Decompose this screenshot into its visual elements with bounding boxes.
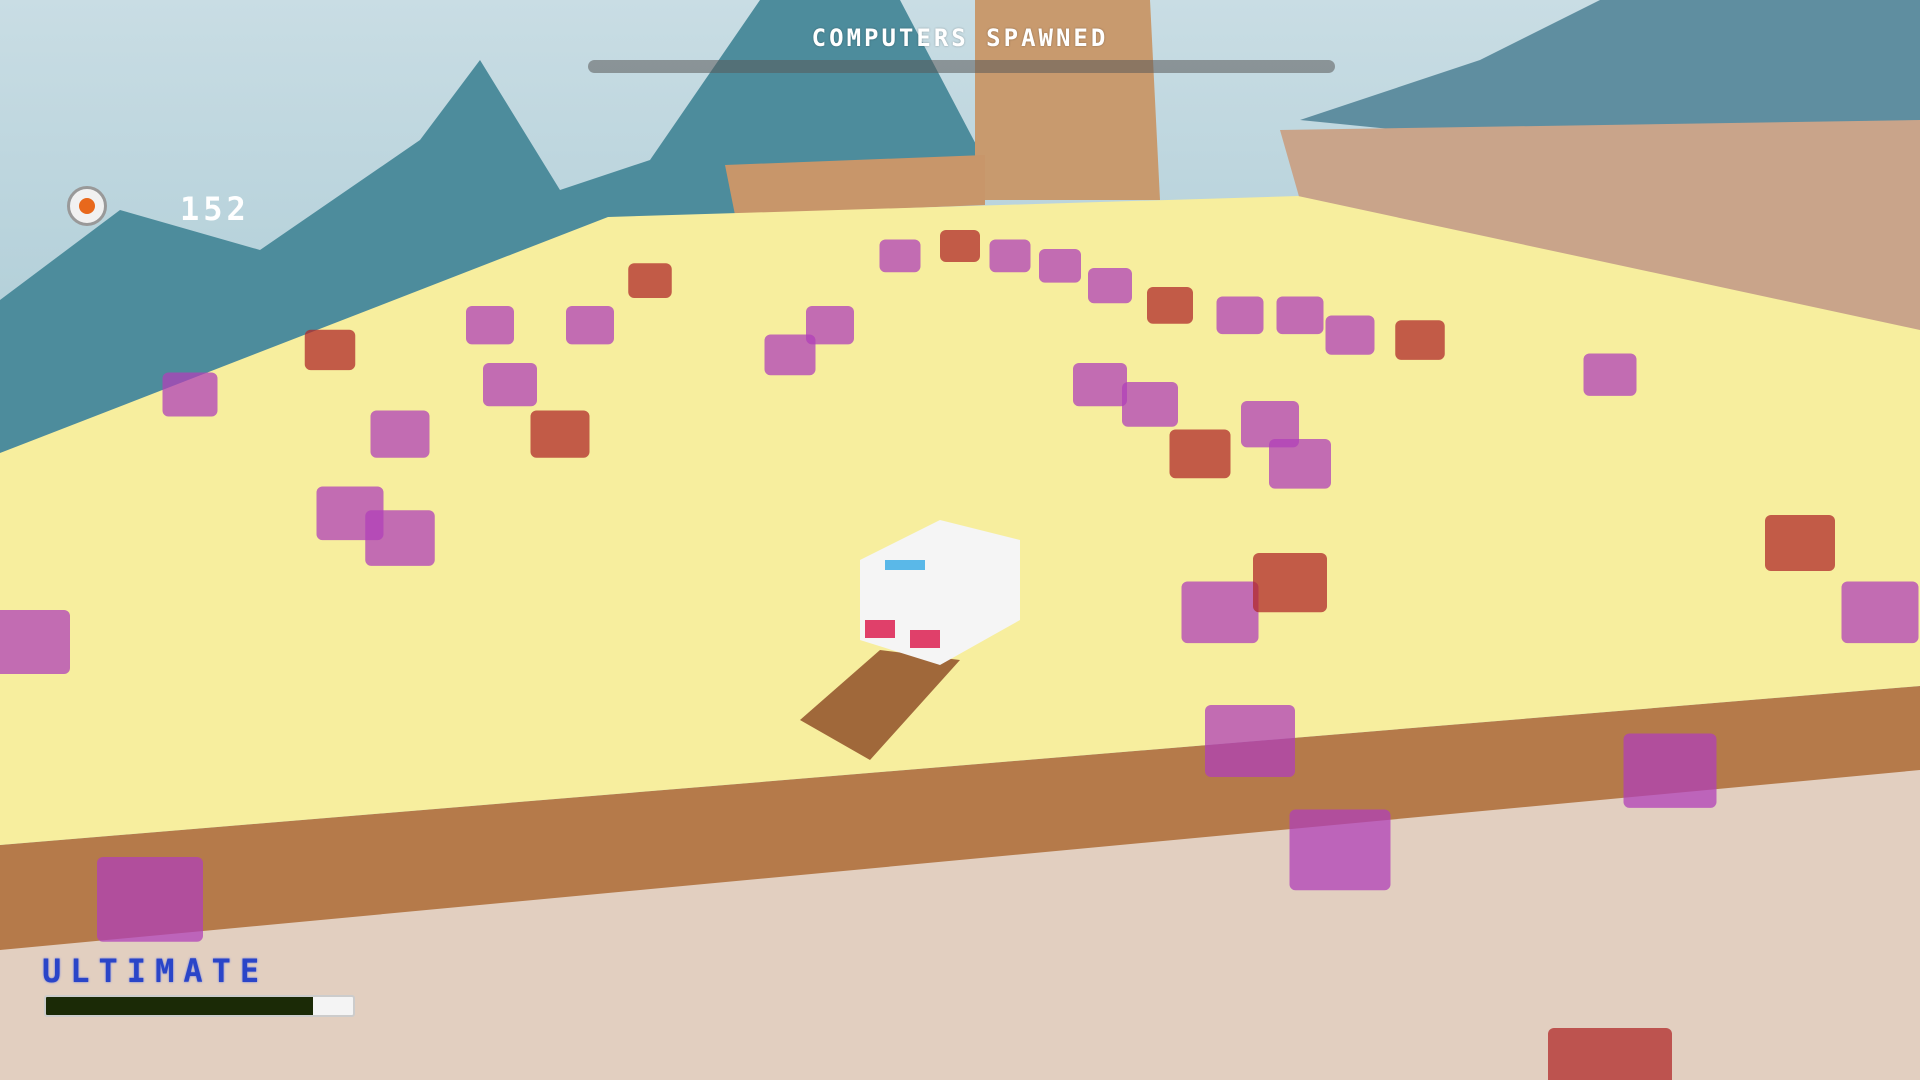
computer: [483, 363, 537, 407]
computer: [1583, 353, 1637, 396]
computer: [304, 329, 356, 371]
computer: [1205, 705, 1295, 777]
computer: [1269, 439, 1331, 489]
coin-count: 152: [180, 190, 250, 228]
computer: [566, 306, 614, 345]
computer: [1073, 363, 1127, 407]
ultimate-label: ULTIMATE: [42, 952, 269, 990]
computer: [989, 239, 1031, 273]
computer: [370, 410, 430, 458]
computer: [162, 372, 218, 417]
wooden-wall: [725, 155, 985, 215]
computer: [1147, 287, 1193, 324]
computer: [1169, 429, 1231, 479]
computer: [1039, 249, 1081, 283]
computer: [1765, 515, 1835, 571]
computer: [879, 239, 921, 273]
ultimate-bar: [44, 995, 355, 1017]
computer: [1122, 382, 1178, 427]
computer: [1289, 809, 1391, 891]
computer: [1395, 320, 1445, 360]
computer: [530, 410, 590, 458]
computer: [1325, 315, 1375, 355]
computer: [1181, 581, 1259, 644]
game-scene: [0, 0, 1920, 1080]
computer: [1548, 1028, 1672, 1080]
coin-icon: [67, 186, 107, 226]
computer: [940, 230, 980, 262]
coin-icon-center: [79, 198, 95, 214]
computer: [466, 306, 514, 345]
computer: [0, 610, 70, 674]
progress-title: COMPUTERS SPAWNED: [811, 24, 1109, 52]
computer: [1623, 733, 1717, 808]
computer: [97, 857, 203, 942]
computer: [1216, 296, 1264, 335]
computer: [1841, 581, 1919, 644]
ultimate-fill: [46, 997, 314, 1015]
computer: [1276, 296, 1324, 335]
computers-spawned-progress-bar: [588, 60, 1335, 73]
computer: [806, 306, 854, 345]
computer: [628, 263, 672, 299]
computer: [1253, 553, 1327, 613]
computer: [1088, 268, 1132, 304]
computer: [365, 510, 435, 566]
